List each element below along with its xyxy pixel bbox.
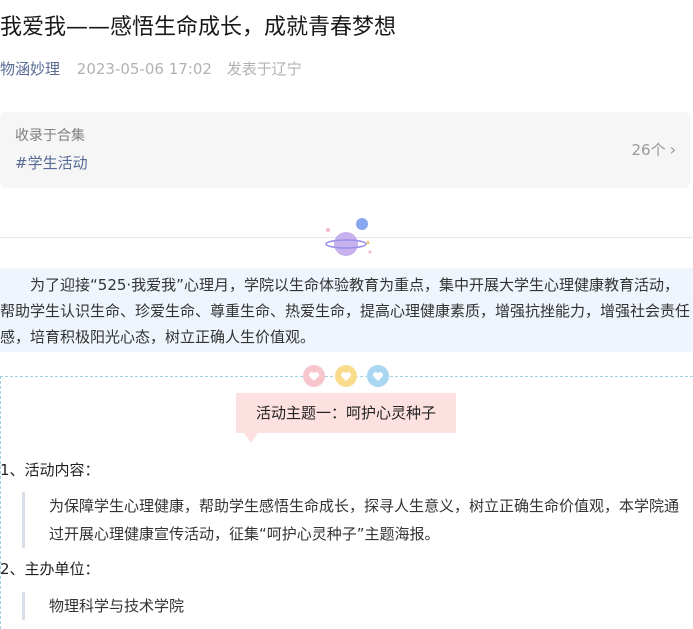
planet-icon [325,218,372,256]
collection-tag[interactable]: #学生活动 [15,152,88,174]
article-title: 我爱我——感悟生命成长，成就青春梦想 [0,15,397,40]
section-body-content: 为保障学生心理健康，帮助学生感悟生命成长，探寻人生意义，树立正确生命价值观，本学… [22,492,693,548]
author-link[interactable]: 物涵妙理 [0,60,60,78]
article-meta: 物涵妙理 2023-05-06 17:02 发表于辽宁 [0,58,302,80]
collection-label: 收录于合集 [15,128,85,144]
theme-banner-tail [244,433,258,443]
heart-icon-yellow [335,365,357,387]
publish-location: 发表于辽宁 [226,60,302,78]
heart-icon-pink [303,365,325,387]
collection-card[interactable]: 收录于合集 #学生活动 26个 › [0,112,690,188]
intro-block: 为了迎接“525·我爱我”心理月，学院以生命体验教育为重点，集中开展大学生心理健… [0,268,693,352]
theme-title: 活动主题一：呵护心灵种子 [255,404,436,422]
collection-count[interactable]: 26个 › [632,139,677,161]
chevron-right-icon: › [669,140,676,159]
hearts-decoration [303,365,389,387]
heart-icon-blue [367,365,389,387]
section-heading-organizer: 2、主办单位： [0,560,100,578]
dashed-border-left [0,376,1,629]
theme-banner: 活动主题一：呵护心灵种子 [236,393,456,433]
collection-count-text: 26个 [631,141,666,159]
publish-time: 2023-05-06 17:02 [76,60,212,78]
section-body-organizer: 物理科学与技术学院 [22,592,422,620]
intro-text: 为了迎接“525·我爱我”心理月，学院以生命体验教育为重点，集中开展大学生心理健… [0,276,691,346]
section-heading-content: 1、活动内容： [0,461,100,479]
